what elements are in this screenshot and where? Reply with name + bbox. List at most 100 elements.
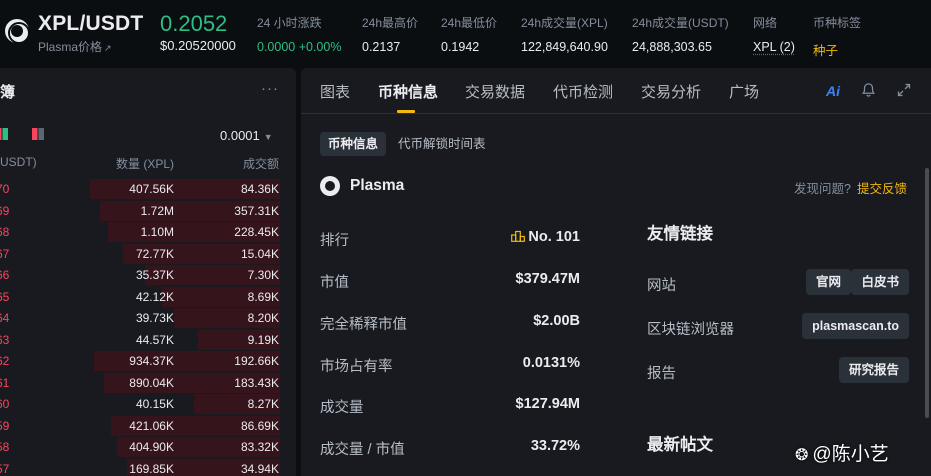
order-book-title: 簿 [0, 84, 16, 101]
more-options-icon[interactable]: ··· [261, 80, 279, 97]
plasma-logo-icon [5, 19, 30, 44]
ask-total: 8.27K [247, 397, 279, 411]
precision-select[interactable]: 0.0001 ▼ [220, 128, 273, 143]
news-title: 最新帖文 [647, 436, 713, 454]
scrollbar[interactable] [925, 168, 929, 418]
ask-price: 66 [0, 268, 10, 282]
ask-price: 64 [0, 311, 10, 325]
order-book-row[interactable]: 67 72.77K 15.04K [0, 243, 296, 265]
ask-qty: 72.77K [135, 246, 174, 261]
order-book-row[interactable]: 66 35.37K 7.30K [0, 264, 296, 286]
order-book-row[interactable]: 58 404.90K 83.32K [0, 436, 296, 458]
ask-price: 59 [0, 418, 10, 433]
metric-value: $379.47M [515, 271, 581, 287]
caret-down-icon: ▼ [263, 132, 273, 142]
order-book-row[interactable]: 70 407.56K 84.36K [0, 178, 296, 200]
order-book-row[interactable]: 69 1.72M 357.31K [0, 200, 296, 222]
plasma-coin-icon [320, 176, 340, 196]
precision-value: 0.0001 [220, 128, 260, 143]
stat-label: 24h成交量(XPL) [521, 16, 608, 30]
pair-price-link[interactable]: Plasma价格 ↗ [38, 38, 112, 55]
stat-value: 0.2137 [362, 40, 401, 54]
order-book-row[interactable]: 62 934.37K 192.66K [0, 350, 296, 372]
metric-value: $2.00B [533, 313, 580, 329]
stat-network[interactable]: 网络 XPL (2) [753, 14, 795, 54]
active-tab-indicator [397, 110, 415, 113]
stat-value: 122,849,640.90 [521, 40, 608, 54]
col-header-qty: 数量 (XPL) [115, 157, 174, 171]
view-both-icon[interactable] [0, 128, 8, 140]
pair-price-link-label: Plasma价格 [38, 40, 103, 54]
ask-total: 86.69K [240, 418, 279, 433]
metric-rank: 排行 No. 101 [320, 229, 580, 251]
order-book-row[interactable]: 68 1.10M 228.45K [0, 221, 296, 243]
metric-label: 成交量 / 市值 [320, 442, 405, 458]
tab-token-check[interactable]: 代币检测 [553, 81, 613, 102]
ask-qty: 42.12K [135, 289, 174, 304]
tab-coin-info[interactable]: 币种信息 [378, 81, 438, 102]
link-label: 网站 [647, 278, 676, 294]
stat-label: 24h最低价 [441, 16, 498, 30]
ask-total: 8.20K [247, 311, 279, 325]
ask-qty: 39.73K [135, 311, 174, 325]
stat-24h-change: 24 小时涨跌 0.0000 +0.00% [257, 14, 341, 54]
order-book-rows: 70 407.56K 84.36K 69 1.72M 357.31K 68 1.10M 228.… [0, 178, 296, 476]
view-sells-icon[interactable] [32, 128, 44, 140]
order-book-row[interactable]: 65 42.12K 8.69K [0, 286, 296, 308]
tab-chart[interactable]: 图表 [320, 81, 350, 102]
wechat-channel-icon: ❂ [795, 447, 809, 464]
ask-total: 8.69K [247, 289, 279, 304]
external-link-icon: ↗ [104, 43, 112, 53]
expand-icon[interactable] [896, 82, 912, 98]
subtab-unlock-schedule[interactable]: 代币解锁时间表 [398, 132, 486, 156]
metric-label: 市场占有率 [320, 359, 393, 375]
whitepaper-button[interactable]: 白皮书 [851, 269, 909, 295]
ask-qty: 890.04K [129, 375, 174, 390]
metric-value: $127.94M [515, 396, 581, 412]
bell-icon[interactable] [861, 82, 876, 98]
ask-total: 83.32K [240, 440, 279, 454]
official-site-button[interactable]: 官网 [805, 269, 851, 295]
link-row-explorer: 区块链浏览器 plasmascan.to [647, 313, 909, 341]
link-label: 报告 [647, 366, 676, 382]
ask-total: 192.66K [234, 354, 279, 368]
last-price: 0.2052 [160, 11, 228, 36]
metric-label: 排行 [320, 233, 349, 249]
stat-label: 网络 [753, 16, 778, 30]
link-row-report: 报告 研究报告 [647, 357, 909, 385]
order-book-row[interactable]: 61 890.04K 183.43K [0, 372, 296, 394]
ai-icon[interactable]: Ai [826, 83, 840, 99]
metric-value: No. 101 [511, 229, 580, 245]
ask-qty: 35.37K [135, 268, 174, 282]
stat-24h-low: 24h最低价 0.1942 [441, 14, 497, 54]
order-book-row[interactable]: 60 40.15K 8.27K [0, 393, 296, 415]
links-title: 友情链接 [647, 225, 713, 243]
subtab-coin-info[interactable]: 币种信息 [320, 132, 387, 156]
order-book-panel: 簿 ··· 0.0001▼ (USDT) 数量 (XPL) 成交额 70 407.… [0, 68, 296, 476]
metric-market-cap: 市值 $379.47M [320, 271, 580, 293]
submit-feedback-link[interactable]: 提交反馈 [857, 182, 907, 196]
stat-coin-tag[interactable]: 币种标签 种子 [813, 14, 861, 59]
order-book-row[interactable]: 64 39.73K 8.20K [0, 307, 296, 329]
metric-volume-mcap-ratio: 成交量 / 市值 33.72% [320, 438, 580, 460]
ask-qty: 44.57K [135, 332, 174, 347]
stat-value: XPL (2) [753, 40, 795, 54]
explorer-button[interactable]: plasmascan.to [802, 313, 909, 339]
ask-qty: 934.37K [129, 354, 174, 368]
order-book-row[interactable]: 57 169.85K 34.94K [0, 458, 296, 476]
research-report-button[interactable]: 研究报告 [838, 357, 909, 383]
ask-price: 63 [0, 332, 10, 347]
order-book-row[interactable]: 63 44.57K 9.19K [0, 329, 296, 351]
ask-qty: 1.72M [140, 203, 174, 218]
ask-price: 58 [0, 440, 10, 454]
ask-total: 34.94K [240, 461, 279, 476]
pair-symbol[interactable]: XPL/USDT [38, 12, 143, 36]
tab-trade-analysis[interactable]: 交易分析 [641, 81, 701, 102]
stat-label: 24 小时涨跌 [257, 16, 322, 30]
metric-fdv: 完全稀释市值 $2.00B [320, 313, 580, 335]
podium-icon [511, 230, 526, 242]
order-book-row[interactable]: 59 421.06K 86.69K [0, 415, 296, 437]
metric-label: 成交量 [320, 400, 364, 416]
tab-square[interactable]: 广场 [729, 81, 759, 102]
tab-trading-data[interactable]: 交易数据 [465, 81, 525, 102]
